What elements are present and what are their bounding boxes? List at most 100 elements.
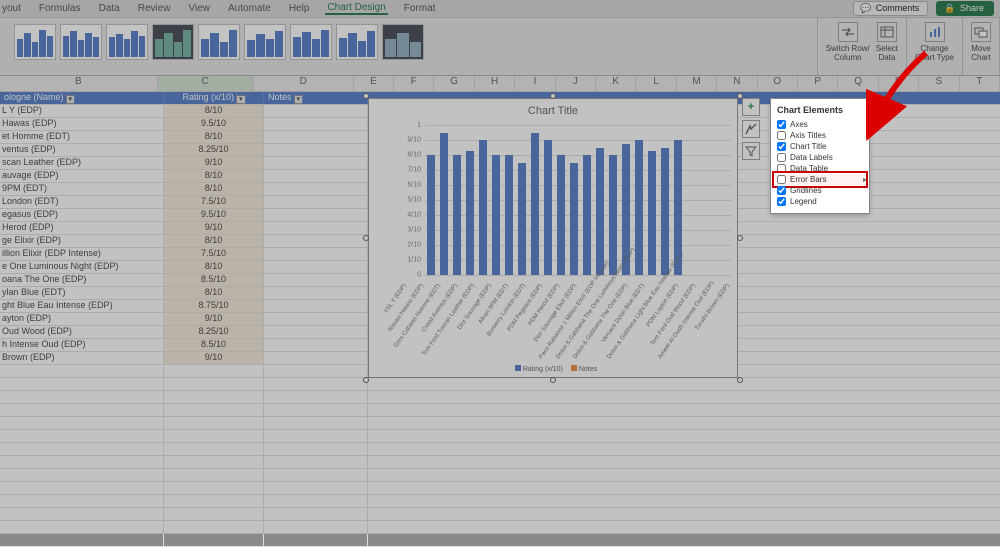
- empty-row[interactable]: [0, 391, 1000, 404]
- chart-legend[interactable]: Rating (x/10) Notes: [369, 365, 737, 373]
- chart-element-option[interactable]: Chart Title: [775, 141, 865, 152]
- chart-style-2[interactable]: [60, 24, 102, 60]
- col-header-f[interactable]: F: [394, 76, 434, 91]
- chart-element-option[interactable]: Error Bars▸: [775, 174, 865, 185]
- bar[interactable]: [596, 148, 604, 276]
- checkbox[interactable]: [777, 186, 786, 195]
- bar[interactable]: [427, 155, 435, 275]
- chart-style-3[interactable]: [106, 24, 148, 60]
- bar[interactable]: [609, 155, 617, 275]
- chart-element-option[interactable]: Axes: [775, 119, 865, 130]
- chart-element-option[interactable]: Data Labels: [775, 152, 865, 163]
- tab-help[interactable]: Help: [287, 3, 312, 14]
- bar[interactable]: [466, 151, 474, 275]
- chart-style-6[interactable]: [244, 24, 286, 60]
- bar[interactable]: [453, 155, 461, 275]
- bar[interactable]: [479, 140, 487, 275]
- col-header-k[interactable]: K: [596, 76, 636, 91]
- col-header-t[interactable]: T: [960, 76, 1000, 91]
- chart-style-4[interactable]: [152, 24, 194, 60]
- bar[interactable]: [570, 163, 578, 276]
- spreadsheet[interactable]: B C D E F G H I J K L M N O P Q R S T ol…: [0, 76, 1000, 534]
- filter-icon[interactable]: ▾: [294, 95, 304, 104]
- col-header-l[interactable]: L: [636, 76, 676, 91]
- col-header-e[interactable]: E: [354, 76, 394, 91]
- bar[interactable]: [492, 155, 500, 275]
- tab-chart-design[interactable]: Chart Design: [325, 2, 387, 15]
- checkbox[interactable]: [777, 131, 786, 140]
- empty-row[interactable]: [0, 417, 1000, 430]
- tab-layout[interactable]: yout: [0, 3, 23, 14]
- tab-format[interactable]: Format: [402, 3, 438, 14]
- empty-row[interactable]: [0, 430, 1000, 443]
- bar[interactable]: [505, 155, 513, 275]
- chart-element-option[interactable]: Data Table: [775, 163, 865, 174]
- checkbox[interactable]: [777, 164, 786, 173]
- chart-style-5[interactable]: [198, 24, 240, 60]
- col-header-c[interactable]: C: [158, 76, 254, 91]
- chevron-right-icon[interactable]: ▸: [863, 175, 867, 184]
- bar[interactable]: [583, 155, 591, 275]
- share-button[interactable]: 🔒 Share: [936, 1, 994, 16]
- col-header-r[interactable]: R: [879, 76, 919, 91]
- chart-element-option[interactable]: Axis Titles: [775, 130, 865, 141]
- comments-button[interactable]: 💬 Comments: [853, 1, 928, 16]
- empty-row[interactable]: [0, 534, 1000, 547]
- filter-icon[interactable]: ▾: [236, 95, 246, 104]
- empty-row[interactable]: [0, 443, 1000, 456]
- col-header-i[interactable]: I: [515, 76, 555, 91]
- col-header-o[interactable]: O: [758, 76, 798, 91]
- col-header-s[interactable]: S: [919, 76, 959, 91]
- header-notes[interactable]: Notes▾: [264, 92, 368, 104]
- checkbox[interactable]: [777, 153, 786, 162]
- bar[interactable]: [661, 148, 669, 276]
- header-name[interactable]: ologne (Name)▾: [0, 92, 164, 104]
- bar[interactable]: [635, 140, 643, 275]
- chart-styles-button[interactable]: [742, 120, 760, 138]
- tab-view[interactable]: View: [187, 3, 213, 14]
- bar[interactable]: [440, 133, 448, 276]
- chart-style-8[interactable]: [336, 24, 378, 60]
- col-header-q[interactable]: Q: [838, 76, 878, 91]
- col-header-h[interactable]: H: [475, 76, 515, 91]
- empty-row[interactable]: [0, 378, 1000, 391]
- col-header-g[interactable]: G: [434, 76, 474, 91]
- checkbox[interactable]: [777, 197, 786, 206]
- empty-row[interactable]: [0, 469, 1000, 482]
- empty-row[interactable]: [0, 404, 1000, 417]
- chart-style-9[interactable]: [382, 24, 424, 60]
- bar[interactable]: [518, 163, 526, 276]
- empty-row[interactable]: [0, 482, 1000, 495]
- chart-style-1[interactable]: [14, 24, 56, 60]
- chart-title[interactable]: Chart Title: [369, 99, 737, 123]
- chart-style-7[interactable]: [290, 24, 332, 60]
- chart-filters-button[interactable]: [742, 142, 760, 160]
- col-header-p[interactable]: P: [798, 76, 838, 91]
- filter-icon[interactable]: ▾: [66, 95, 76, 104]
- tab-review[interactable]: Review: [136, 3, 173, 14]
- tab-automate[interactable]: Automate: [226, 3, 273, 14]
- col-header-n[interactable]: N: [717, 76, 757, 91]
- empty-row[interactable]: [0, 521, 1000, 534]
- select-data-button[interactable]: Select Data: [876, 22, 898, 62]
- tab-formulas[interactable]: Formulas: [37, 3, 83, 14]
- col-header-m[interactable]: M: [677, 76, 717, 91]
- checkbox[interactable]: [777, 120, 786, 129]
- checkbox[interactable]: [777, 175, 786, 184]
- col-header-j[interactable]: J: [556, 76, 596, 91]
- move-chart-button[interactable]: Move Chart: [971, 22, 991, 62]
- chart-plot-area[interactable]: 19/108/107/106/105/104/103/102/101/100: [399, 125, 731, 275]
- header-rating[interactable]: Rating (x/10)▾: [164, 92, 264, 104]
- chart-elements-button[interactable]: +: [742, 98, 760, 116]
- bar[interactable]: [531, 133, 539, 276]
- empty-row[interactable]: [0, 456, 1000, 469]
- bar[interactable]: [544, 140, 552, 275]
- col-header-b[interactable]: B: [0, 76, 158, 91]
- tab-data[interactable]: Data: [97, 3, 122, 14]
- bar[interactable]: [557, 155, 565, 275]
- empty-row[interactable]: [0, 495, 1000, 508]
- switch-row-column-button[interactable]: Switch Row/ Column: [826, 22, 870, 62]
- empty-row[interactable]: [0, 508, 1000, 521]
- change-chart-type-button[interactable]: Change Chart Type: [915, 22, 954, 62]
- checkbox[interactable]: [777, 142, 786, 151]
